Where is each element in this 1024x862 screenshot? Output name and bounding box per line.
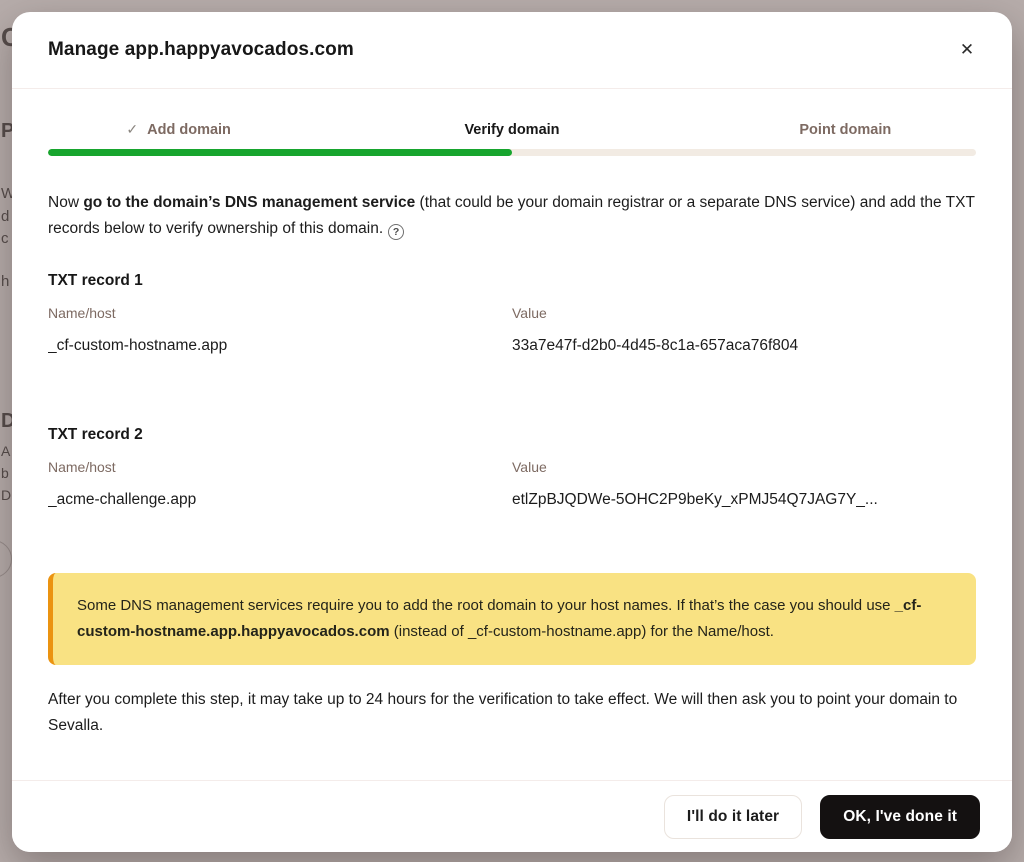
- instructions-pre: Now: [48, 194, 83, 211]
- check-icon: ✓: [126, 121, 138, 138]
- modal-footer: I'll do it later OK, I've done it: [12, 780, 1012, 852]
- txt-record-1: TXT record 1 Name/host Value _cf-custom-…: [48, 272, 976, 355]
- background-text-fragment: d: [1, 208, 9, 225]
- name-host-label: Name/host: [48, 459, 512, 475]
- dns-root-domain-warning: Some DNS management services require you…: [48, 573, 976, 665]
- instructions-bold: go to the domain’s DNS management servic…: [83, 194, 415, 211]
- progress-fill: [48, 149, 512, 156]
- record-name-value: _cf-custom-hostname.app: [48, 337, 512, 355]
- value-label: Value: [512, 459, 976, 475]
- background-text-fragment: A: [1, 443, 10, 459]
- step-label: Point domain: [799, 122, 891, 138]
- txt-record-2: TXT record 2 Name/host Value _acme-chall…: [48, 426, 976, 509]
- background-text-fragment: C: [1, 22, 12, 53]
- record-name-value: _acme-challenge.app: [48, 491, 512, 509]
- manage-domain-modal: Manage app.happyavocados.com ✕ ✓ Add dom…: [12, 12, 1012, 852]
- verification-time-note: After you complete this step, it may tak…: [48, 687, 976, 739]
- record-title: TXT record 1: [48, 272, 976, 290]
- do-it-later-button[interactable]: I'll do it later: [664, 795, 802, 839]
- background-text-fragment: P: [1, 120, 12, 143]
- value-label: Value: [512, 305, 976, 321]
- background-avatar-fragment: [0, 540, 12, 578]
- record-value: 33a7e47f-d2b0-4d45-8c1a-657aca76f804: [512, 337, 976, 355]
- name-host-label: Name/host: [48, 305, 512, 321]
- step-point-domain: Point domain: [679, 121, 1012, 138]
- warning-pre: Some DNS management services require you…: [77, 597, 895, 614]
- background-text-fragment: D: [1, 487, 11, 503]
- step-label: Add domain: [147, 122, 231, 138]
- progress-bar: [48, 149, 976, 156]
- step-label: Verify domain: [464, 122, 559, 138]
- step-verify-domain: Verify domain: [345, 121, 678, 138]
- close-icon[interactable]: ✕: [952, 35, 982, 65]
- modal-title: Manage app.happyavocados.com: [48, 39, 354, 61]
- modal-header: Manage app.happyavocados.com ✕: [12, 12, 1012, 89]
- step-add-domain: ✓ Add domain: [12, 121, 345, 138]
- record-value: etlZpBJQDWe-5OHC2P9beKy_xPMJ54Q7JAG7Y_..…: [512, 491, 976, 509]
- background-text-fragment: b: [1, 465, 9, 481]
- record-title: TXT record 2: [48, 426, 976, 444]
- dimmed-background-page: C P W d c h D A b D: [0, 0, 12, 862]
- background-text-fragment: D: [1, 410, 12, 433]
- domain-stepper: ✓ Add domain Verify domain Point domain: [12, 121, 1012, 138]
- background-text-fragment: c: [1, 230, 9, 247]
- background-text-fragment: W: [1, 185, 12, 202]
- modal-content: Now go to the domain’s DNS management se…: [12, 190, 1012, 509]
- help-icon[interactable]: ?: [388, 224, 404, 240]
- instructions-text: Now go to the domain’s DNS management se…: [48, 190, 976, 242]
- background-text-fragment: h: [1, 273, 9, 290]
- ok-done-button[interactable]: OK, I've done it: [820, 795, 980, 839]
- warning-post: (instead of _cf-custom-hostname.app) for…: [390, 623, 774, 640]
